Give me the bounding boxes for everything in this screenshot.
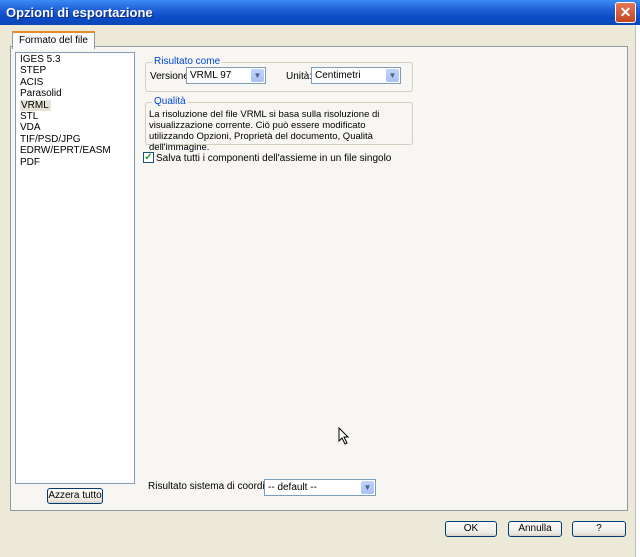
format-item-label: ACIS [20, 76, 44, 88]
version-value: VRML 97 [190, 70, 232, 81]
format-item-label: IGES 5.3 [20, 54, 61, 65]
chevron-down-icon: ▼ [361, 481, 374, 494]
quality-description: La risoluzione del file VRML si basa sul… [149, 109, 380, 153]
chevron-down-icon: ▼ [251, 69, 264, 82]
assembly-single-file-label[interactable]: Salva tutti i componenti dell'assieme in… [156, 153, 391, 164]
close-button[interactable]: ✕ [615, 2, 636, 23]
format-item[interactable]: EDRW/EPRT/EASM [19, 145, 134, 156]
unit-value: Centimetri [315, 70, 361, 81]
unit-label: Unità: [286, 71, 313, 82]
format-item[interactable]: TIF/PSD/JPG [19, 134, 134, 145]
quality-group-title: Qualità [152, 96, 188, 108]
checkmark-icon: ✓ [144, 152, 153, 163]
reset-all-button[interactable]: Azzera tutto [47, 488, 103, 504]
format-item[interactable]: VRML [19, 99, 134, 111]
format-item-label: VDA [20, 122, 41, 134]
format-item[interactable]: Parasolid [19, 88, 134, 99]
background-window-edge [635, 25, 640, 557]
format-item-label: Parasolid [20, 88, 62, 100]
format-item-label: TIF/PSD/JPG [20, 133, 81, 145]
title-bar[interactable]: Opzioni di esportazione ✕ [0, 0, 640, 25]
close-icon: ✕ [619, 4, 632, 20]
window-title: Opzioni di esportazione [6, 5, 153, 20]
version-select[interactable]: VRML 97 ▼ [186, 67, 266, 84]
format-item[interactable]: PDF [19, 157, 134, 168]
format-item[interactable]: STEP [19, 65, 134, 76]
format-item-label: EDRW/EPRT/EASM [20, 145, 111, 157]
unit-select[interactable]: Centimetri ▼ [311, 67, 401, 84]
coord-system-select[interactable]: -- default -- ▼ [264, 479, 376, 496]
cancel-button[interactable]: Annulla [508, 521, 562, 537]
format-item[interactable]: STL [19, 111, 134, 122]
chevron-down-icon: ▼ [386, 69, 399, 82]
format-item[interactable]: VDA [19, 122, 134, 133]
format-item[interactable]: IGES 5.3 [19, 54, 134, 65]
format-item-label: STL [20, 110, 39, 122]
export-options-dialog: Opzioni di esportazione ✕ Formato del fi… [0, 0, 640, 557]
help-button[interactable]: ? [572, 521, 626, 537]
mouse-pointer-icon [338, 427, 350, 445]
format-item-label: VRML [20, 99, 51, 111]
format-list[interactable]: IGES 5.3 STEP ACIS Parasolid VRML STL VDA TIF/P… [15, 52, 135, 484]
format-item-label: STEP [20, 65, 47, 77]
format-item-label: PDF [20, 156, 40, 168]
coord-system-value: -- default -- [268, 482, 317, 493]
assembly-single-file-checkbox[interactable]: ✓ [143, 152, 154, 163]
tab-file-format[interactable]: Formato del file [12, 31, 95, 49]
format-item[interactable]: ACIS [19, 77, 134, 88]
ok-button[interactable]: OK [445, 521, 497, 537]
